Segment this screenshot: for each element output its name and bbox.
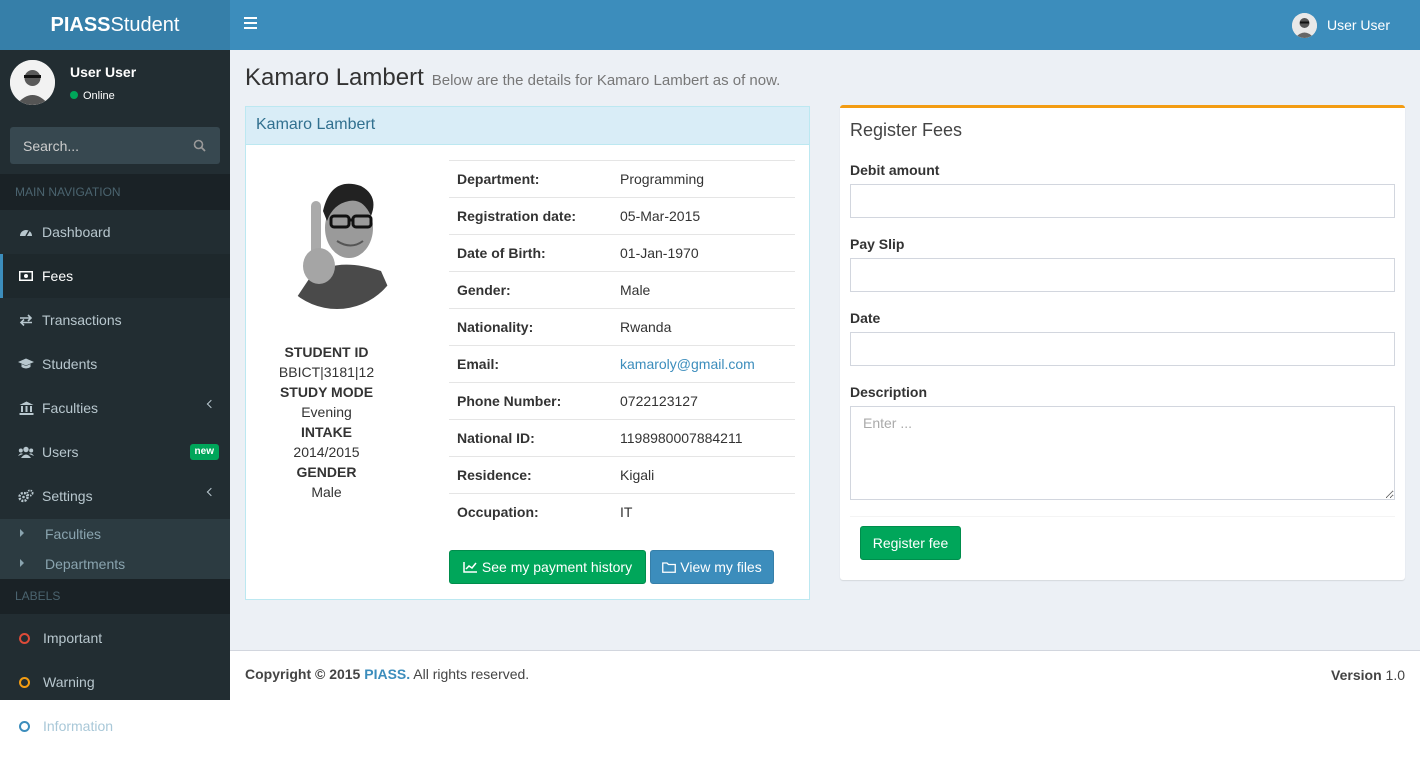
circle-icon	[19, 676, 30, 688]
profile-box-title: Kamaro Lambert	[246, 107, 809, 145]
user-panel: User User Online	[0, 50, 230, 120]
table-row: National ID: 1198980007884211	[449, 419, 795, 457]
email-link[interactable]: kamaroly@gmail.com	[620, 356, 755, 372]
student-summary: STUDENT ID BBICT|3181|12 STUDY MODE Even…	[246, 342, 407, 502]
sidebar-item-users[interactable]: Users new	[0, 430, 230, 474]
study-mode-value: Evening	[301, 404, 352, 420]
avatar	[1291, 12, 1317, 38]
pay-slip-input[interactable]	[850, 258, 1395, 292]
sidebar-item-dashboard[interactable]: Dashboard	[0, 210, 230, 254]
description-label: Description	[850, 384, 928, 400]
debit-amount-input[interactable]	[850, 184, 1395, 218]
copyright-text: Copyright © 2015	[245, 666, 361, 682]
brand-link[interactable]: PIASS.	[364, 666, 410, 682]
study-mode-label: STUDY MODE	[279, 384, 374, 400]
sidebar-item-settings[interactable]: Settings	[0, 474, 230, 518]
table-row: Registration date: 05-Mar-2015	[449, 197, 795, 235]
app-logo[interactable]: PIASSStudent	[0, 0, 230, 50]
avatar	[10, 60, 55, 105]
user-menu-name: User User	[1326, 17, 1390, 33]
student-photo	[271, 166, 403, 321]
date-label: Date	[850, 310, 881, 326]
sidebar-item-fees[interactable]: Fees	[0, 254, 230, 298]
label-important[interactable]: Important	[0, 616, 230, 660]
date-input[interactable]	[850, 332, 1395, 366]
dashboard-icon	[18, 224, 34, 240]
student-profile-box: Kamaro Lambert STUDENT ID BBICT|3181|12 …	[245, 106, 810, 600]
chevron-left-icon	[206, 487, 216, 497]
label-warning[interactable]: Warning	[0, 660, 230, 704]
register-fees-form: Register Fees Debit amount Pay Slip Date…	[840, 105, 1405, 580]
register-fee-button[interactable]: Register fee	[860, 526, 961, 560]
form-divider	[850, 516, 1395, 517]
description-textarea[interactable]	[850, 406, 1395, 500]
debit-amount-label: Debit amount	[850, 162, 940, 178]
chevron-left-icon	[206, 399, 216, 409]
gender-value: Male	[311, 484, 342, 500]
labels-header: LABELS	[0, 579, 230, 614]
search-input[interactable]	[10, 127, 180, 164]
sidebar-search	[10, 127, 220, 164]
table-row: Occupation: IT	[449, 493, 795, 531]
user-menu[interactable]: User User	[1291, 12, 1390, 38]
form-title: Register Fees	[850, 120, 963, 140]
line-chart-icon	[463, 562, 477, 573]
submenu-item-faculties[interactable]: Faculties	[0, 519, 230, 549]
payment-history-button[interactable]: See my payment history	[449, 550, 646, 584]
search-icon[interactable]	[193, 139, 206, 152]
gears-icon	[18, 488, 34, 504]
status-dot-icon	[70, 91, 78, 99]
sidebar-item-transactions[interactable]: Transactions	[0, 298, 230, 342]
page-subtitle: Below are the details for Kamaro Lambert…	[431, 72, 781, 89]
exchange-icon	[18, 312, 34, 328]
table-row: Residence: Kigali	[449, 456, 795, 494]
table-row: Phone Number: 0722123127	[449, 382, 795, 420]
gender-label: GENDER	[296, 464, 357, 480]
caret-right-icon	[20, 529, 24, 537]
online-status: Online	[70, 90, 115, 102]
folder-icon	[662, 561, 677, 573]
label-information[interactable]: Information	[0, 704, 230, 748]
page-title: Kamaro Lambert Below are the details for …	[245, 64, 781, 91]
top-navbar: User User	[230, 0, 1420, 50]
sidebar: User User Online MAIN NAVIGATION Dashboa…	[0, 50, 230, 700]
student-id-label: STUDENT ID	[284, 344, 369, 360]
sidebar-item-students[interactable]: Students	[0, 342, 230, 386]
main-content: Kamaro Lambert Below are the details for …	[230, 50, 1420, 650]
student-id-value: BBICT|3181|12	[278, 364, 375, 380]
bank-icon	[18, 400, 34, 416]
table-row: Email: kamaroly@gmail.com	[449, 345, 795, 383]
caret-right-icon	[20, 559, 24, 567]
circle-icon	[19, 720, 30, 732]
student-details-table: Department: Programming Registration date…	[449, 160, 795, 531]
graduation-cap-icon	[18, 356, 34, 372]
table-row: Gender: Male	[449, 271, 795, 309]
main-nav-header: MAIN NAVIGATION	[0, 174, 230, 210]
rights-text: All rights reserved.	[413, 666, 530, 682]
submenu-item-departments[interactable]: Departments	[0, 549, 230, 579]
table-row: Department: Programming	[449, 160, 795, 198]
version-info: Version 1.0	[1331, 667, 1405, 683]
sidebar-item-faculties[interactable]: Faculties	[0, 386, 230, 430]
footer: Copyright © 2015 PIASS. All rights reser…	[230, 650, 1420, 700]
view-files-button[interactable]: View my files	[650, 550, 774, 584]
intake-label: INTAKE	[300, 424, 353, 440]
table-row: Nationality: Rwanda	[449, 308, 795, 346]
money-icon	[18, 268, 34, 284]
table-row: Date of Birth: 01-Jan-1970	[449, 234, 795, 272]
pay-slip-label: Pay Slip	[850, 236, 905, 252]
intake-value: 2014/2015	[293, 444, 360, 460]
new-badge: new	[189, 444, 219, 460]
settings-submenu: Faculties Departments	[0, 519, 230, 579]
circle-icon	[19, 632, 30, 644]
sidebar-user-name: User User	[70, 64, 137, 80]
users-icon	[18, 444, 34, 460]
sidebar-toggle-icon[interactable]	[244, 17, 257, 29]
